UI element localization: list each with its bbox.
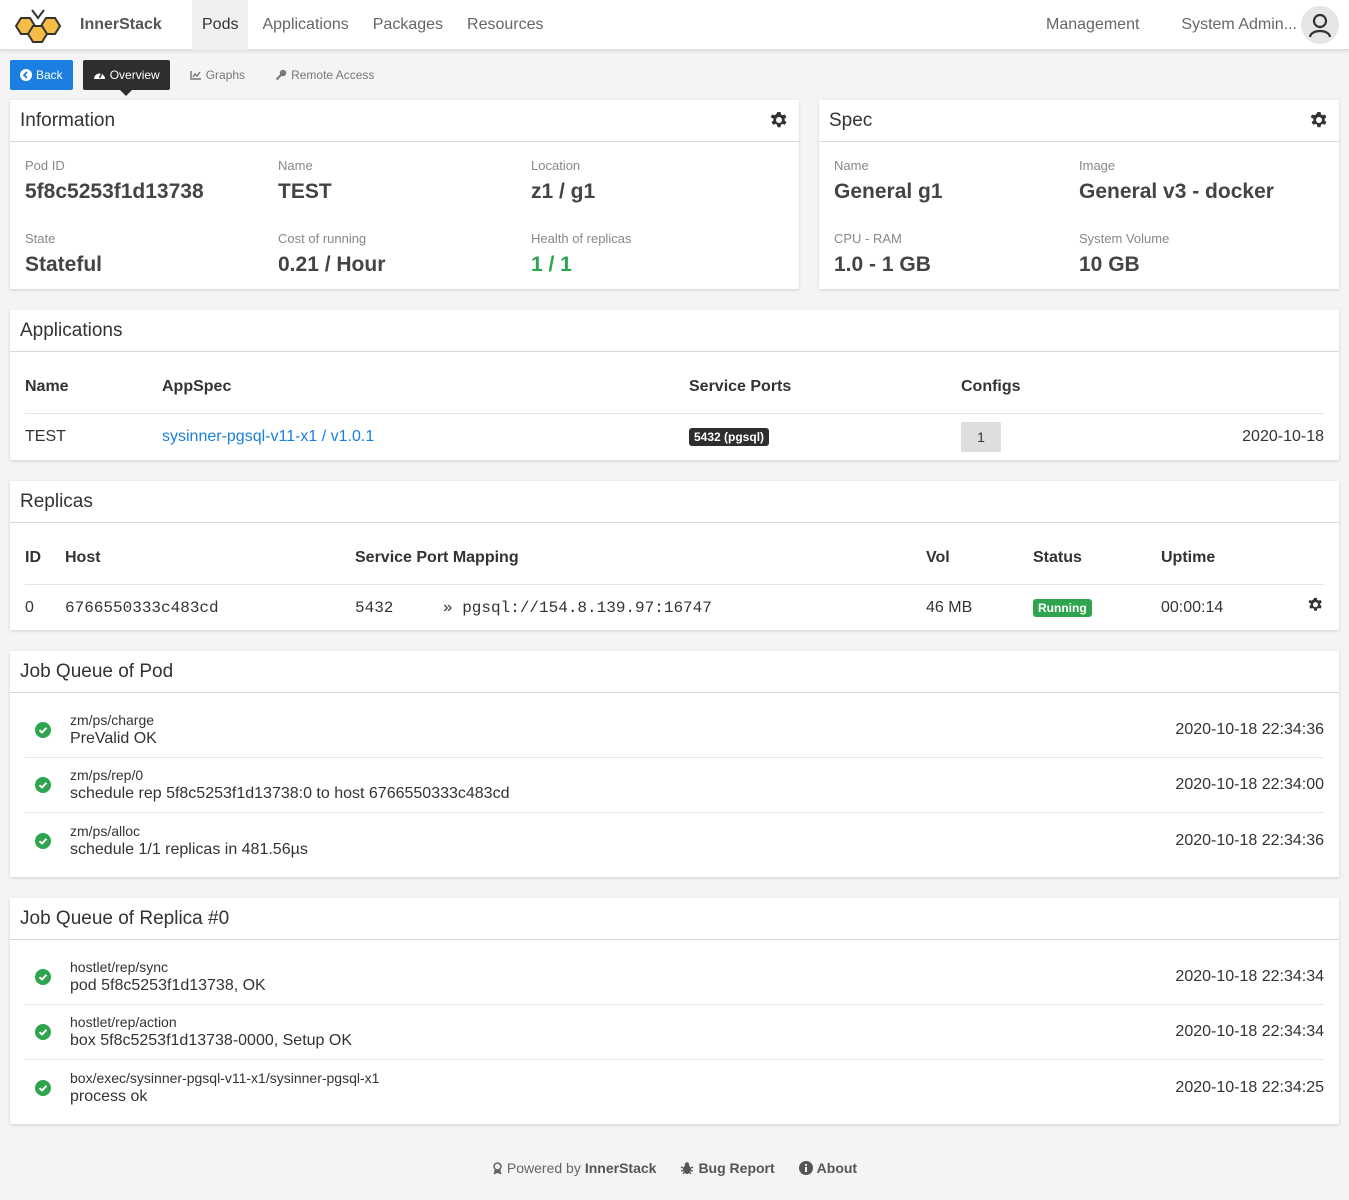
user-name[interactable]: System Admin... — [1181, 16, 1297, 34]
brand-name[interactable]: InnerStack — [80, 16, 162, 34]
check-circle-icon — [35, 1079, 51, 1096]
status-badge: Running — [1033, 599, 1092, 618]
gear-icon[interactable] — [1309, 111, 1329, 131]
check-circle-icon — [35, 969, 51, 985]
spec-card: Spec Name General g1 Image General v3 - do… — [819, 100, 1339, 289]
gear-icon[interactable] — [769, 111, 789, 131]
top-navbar: InnerStack Pods Applications Packages Re… — [0, 0, 1349, 50]
configs-button[interactable]: 1 — [961, 422, 1001, 453]
replica-id: 0 — [25, 599, 34, 617]
col-host: Host — [65, 533, 355, 585]
nav-pods[interactable]: Pods — [192, 0, 249, 50]
info-state: State Stateful — [25, 231, 103, 276]
info-name: Name TEST — [278, 158, 332, 203]
nav-packages[interactable]: Packages — [363, 0, 453, 50]
gear-icon[interactable] — [1307, 597, 1324, 614]
spec-name: Name General g1 — [834, 158, 943, 203]
information-title: Information — [20, 109, 116, 131]
replica-vol: 46 MB — [926, 599, 973, 617]
graphs-tab[interactable]: Graphs — [180, 60, 255, 90]
col-name: Name — [25, 362, 162, 414]
info-pod-id: Pod ID 5f8c5253f1d13738 — [25, 158, 204, 203]
table-row: 0 6766550333c483cd 5432» pgsql://154.8.1… — [25, 584, 1324, 632]
footer: Powered by InnerStack Bug Report About — [0, 1160, 1349, 1176]
list-item: hostlet/rep/sync pod 5f8c5253f1d13738, OK… — [25, 950, 1324, 1005]
replicas-table: ID Host Service Port Mapping Vol Status … — [25, 533, 1324, 632]
chart-line-icon — [190, 71, 201, 80]
col-status: Status — [1033, 533, 1161, 585]
info-health: Health of replicas 1 / 1 — [531, 231, 632, 276]
main-nav: Pods Applications Packages Resources — [192, 0, 558, 50]
list-item: hostlet/rep/action box 5f8c5253f1d13738-0… — [25, 1005, 1324, 1060]
sub-nav: Back Overview Graphs Remote Access — [10, 60, 394, 96]
nav-applications[interactable]: Applications — [252, 0, 358, 50]
col-service-ports: Service Ports — [689, 362, 961, 414]
check-circle-icon — [35, 722, 51, 738]
table-row: TEST sysinner-pgsql-v11-x1 / v1.0.1 5432… — [25, 413, 1324, 461]
appspec-link[interactable]: sysinner-pgsql-v11-x1 / v1.0.1 — [162, 428, 374, 445]
key-icon — [275, 69, 287, 81]
col-vol: Vol — [926, 533, 1033, 585]
col-id: ID — [25, 533, 65, 585]
replica-host: 6766550333c483cd — [65, 599, 219, 618]
innerstack-logo-icon[interactable] — [12, 6, 64, 46]
check-circle-icon — [35, 1024, 51, 1040]
applications-title: Applications — [20, 319, 123, 341]
replica-job-queue-title: Job Queue of Replica #0 — [20, 907, 230, 929]
replica-port-mapping: 5432» pgsql://154.8.139.97:16747 — [355, 599, 712, 618]
info-circle-icon — [798, 1161, 813, 1175]
replica-job-queue-card: Job Queue of Replica #0 hostlet/rep/sync… — [10, 898, 1339, 1124]
applications-card: Applications Name AppSpec Service Ports … — [10, 310, 1339, 460]
info-location: Location z1 / g1 — [531, 158, 596, 203]
nav-management[interactable]: Management — [1046, 16, 1139, 34]
replica-uptime: 00:00:14 — [1161, 599, 1224, 617]
back-button[interactable]: Back — [10, 60, 73, 90]
pod-job-list: zm/ps/charge PreValid OK 2020-10-18 22:34… — [10, 693, 1339, 868]
nav-resources[interactable]: Resources — [457, 0, 553, 50]
chevron-left-circle-icon — [20, 69, 32, 81]
col-configs: Configs — [961, 362, 1114, 414]
avatar[interactable] — [1301, 6, 1339, 44]
about-link[interactable]: About — [798, 1160, 857, 1176]
col-port-mapping: Service Port Mapping — [355, 533, 926, 585]
spec-image: Image General v3 - docker — [1079, 158, 1274, 203]
nav-right: Management System Admin... — [1046, 0, 1349, 50]
app-name: TEST — [25, 428, 66, 446]
pod-job-queue-title: Job Queue of Pod — [20, 660, 174, 682]
dashboard-icon — [93, 73, 105, 79]
list-item: zm/ps/alloc schedule 1/1 replicas in 481.… — [25, 813, 1324, 868]
col-uptime: Uptime — [1161, 533, 1290, 585]
spec-cpu-ram: CPU - RAM 1.0 - 1 GB — [834, 231, 931, 276]
overview-tab[interactable]: Overview — [82, 60, 170, 96]
service-port-badge: 5432 (pgsql) — [689, 428, 770, 447]
spec-system-volume: System Volume 10 GB — [1079, 231, 1170, 276]
bug-report-link[interactable]: Bug Report — [680, 1160, 775, 1176]
information-card: Information Pod ID 5f8c5253f1d13738 Name T… — [10, 100, 799, 289]
back-label: Back — [36, 68, 63, 82]
check-circle-icon — [35, 832, 51, 849]
bug-icon — [681, 1162, 694, 1175]
app-date: 2020-10-18 — [1242, 428, 1324, 446]
col-appspec: AppSpec — [162, 362, 689, 414]
user-icon — [1308, 13, 1332, 38]
remote-access-label: Remote Access — [291, 68, 375, 82]
graphs-label: Graphs — [205, 68, 246, 82]
spec-title: Spec — [829, 109, 873, 131]
overview-label: Overview — [109, 68, 160, 82]
powered-by[interactable]: Powered by InnerStack — [492, 1160, 656, 1176]
applications-table: Name AppSpec Service Ports Configs TEST … — [25, 362, 1324, 461]
check-circle-icon — [35, 777, 51, 793]
replica-job-list: hostlet/rep/sync pod 5f8c5253f1d13738, OK… — [10, 940, 1339, 1115]
remote-access-tab[interactable]: Remote Access — [265, 60, 384, 90]
pod-job-queue-card: Job Queue of Pod zm/ps/charge PreValid OK… — [10, 651, 1339, 877]
list-item: zm/ps/charge PreValid OK 2020-10-18 22:34… — [25, 703, 1324, 758]
list-item: box/exec/sysinner-pgsql-v11-x1/sysinner-… — [25, 1060, 1324, 1115]
replicas-title: Replicas — [20, 490, 93, 512]
award-icon — [493, 1161, 502, 1174]
replicas-card: Replicas ID Host Service Port Mapping Vo… — [10, 481, 1339, 630]
info-cost: Cost of running 0.21 / Hour — [278, 231, 386, 276]
list-item: zm/ps/rep/0 schedule rep 5f8c5253f1d13738… — [25, 758, 1324, 813]
